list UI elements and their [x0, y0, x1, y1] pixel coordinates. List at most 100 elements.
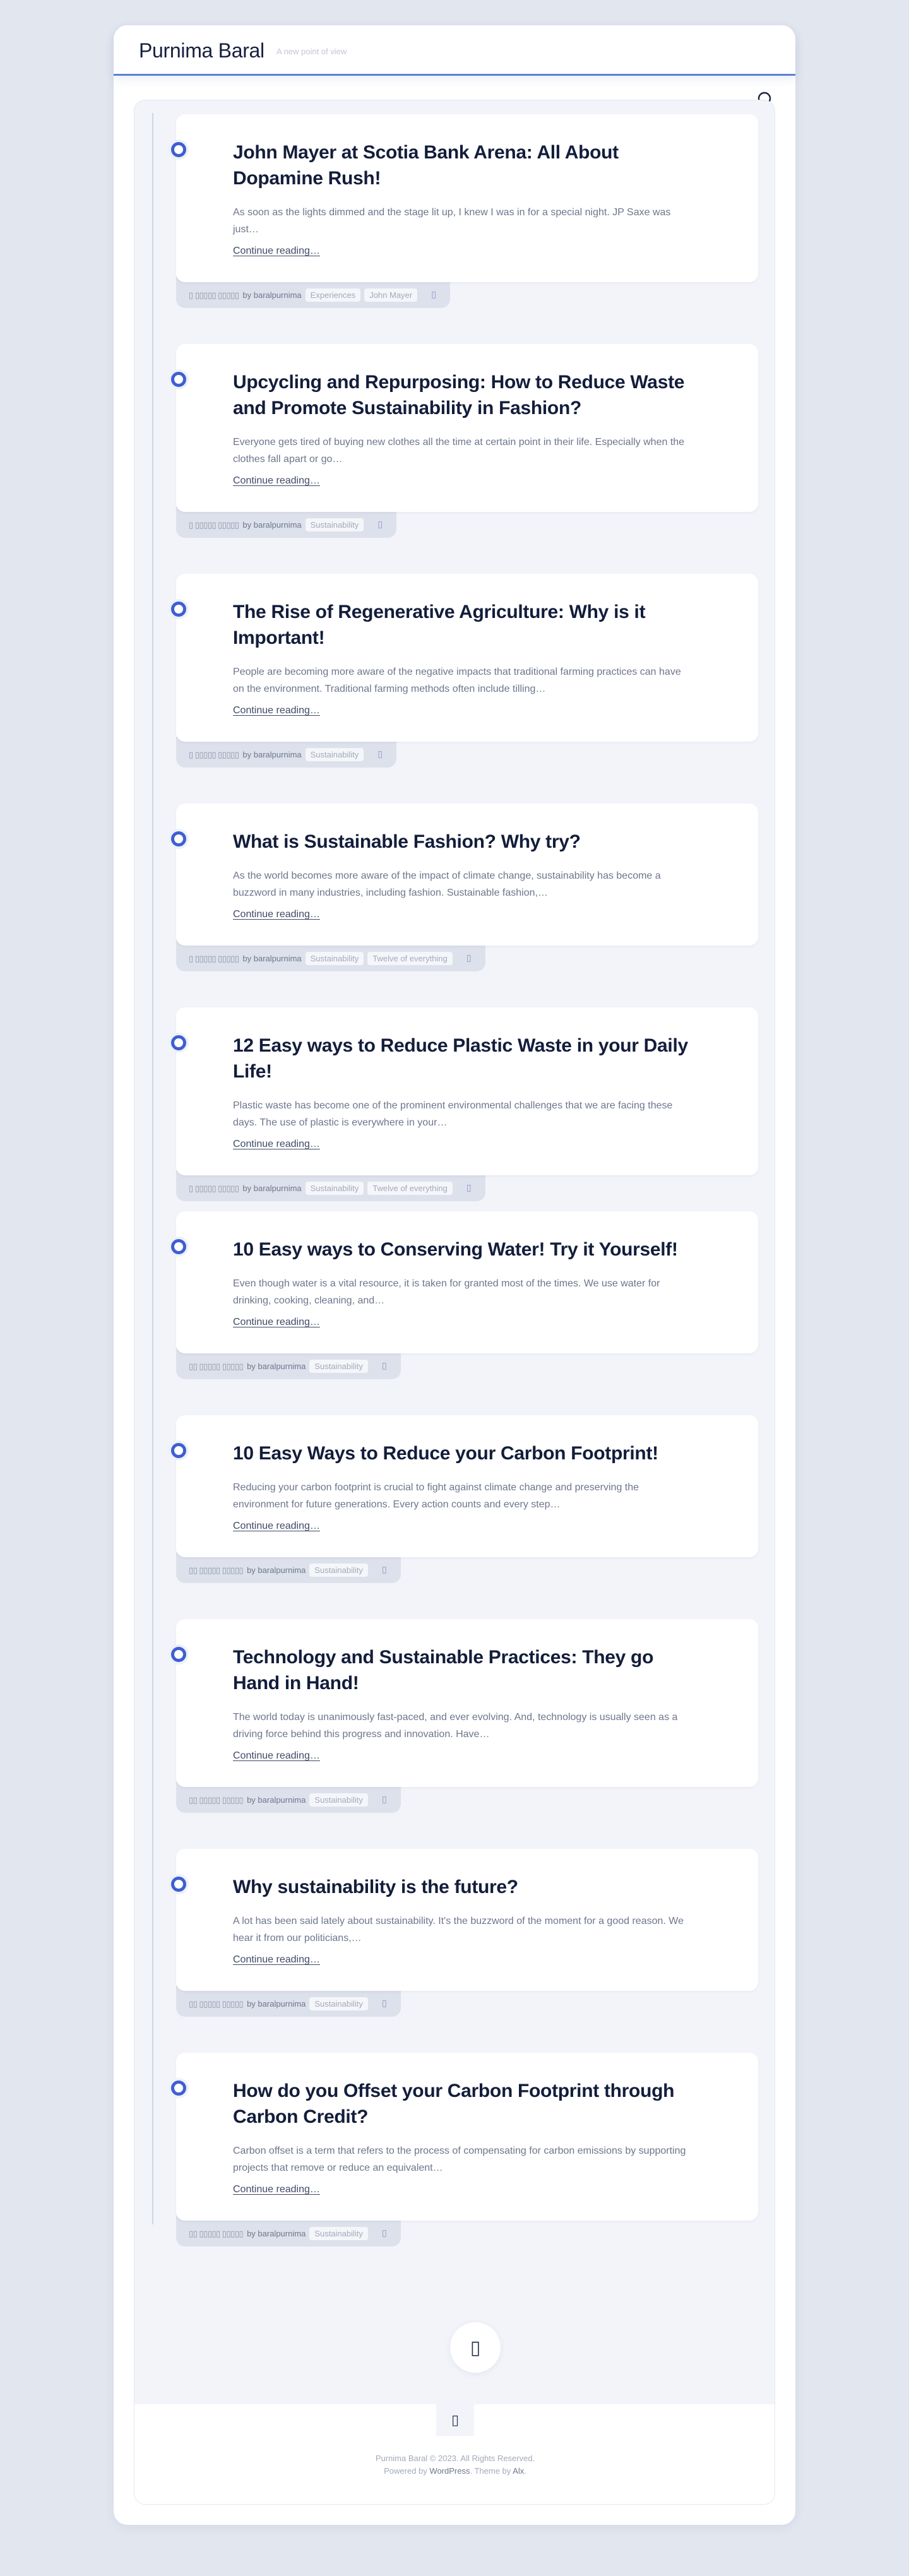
continue-reading-link[interactable]: Continue reading…: [233, 1954, 320, 1966]
timeline-dot-icon: [171, 1035, 186, 1050]
post-author[interactable]: by baralpurnima: [242, 290, 301, 300]
timeline-dot-icon: [171, 372, 186, 387]
post-author[interactable]: by baralpurnima: [247, 1565, 306, 1575]
comment-icon[interactable]: ▯: [461, 953, 477, 965]
post-excerpt: As soon as the lights dimmed and the sta…: [233, 207, 671, 235]
post-tag[interactable]: Sustainability: [309, 1997, 368, 2010]
continue-reading-link[interactable]: Continue reading…: [233, 475, 320, 487]
post-title[interactable]: The Rise of Regenerative Agriculture: Wh…: [233, 599, 689, 651]
post-tag[interactable]: Sustainability: [305, 952, 364, 965]
comment-icon[interactable]: ▯: [461, 1182, 477, 1195]
page: Purnima Baral A new point of view John M…: [114, 25, 795, 2525]
site-title[interactable]: Purnima Baral: [139, 39, 264, 62]
continue-reading-link[interactable]: Continue reading…: [233, 909, 320, 920]
post-card: 10 Easy Ways to Reduce your Carbon Footp…: [171, 1415, 758, 1557]
theme-author-link[interactable]: Alx: [513, 2466, 524, 2476]
post-item: John Mayer at Scotia Bank Arena: All Abo…: [171, 114, 758, 308]
post-card: Technology and Sustainable Practices: Th…: [171, 1619, 758, 1787]
post-tag[interactable]: Sustainability: [309, 1360, 368, 1373]
post-card: What is Sustainable Fashion? Why try? As…: [171, 804, 758, 946]
post-author[interactable]: by baralpurnima: [242, 954, 301, 963]
post-tag[interactable]: Sustainability: [305, 748, 364, 761]
post-date: ▯ ▯▯▯▯▯ ▯▯▯▯▯: [189, 519, 239, 530]
post-date: ▯ ▯▯▯▯▯ ▯▯▯▯▯: [189, 290, 239, 300]
load-more-icon: ▯: [470, 2337, 481, 2358]
post-title[interactable]: John Mayer at Scotia Bank Arena: All Abo…: [233, 139, 689, 191]
post-date: ▯ ▯▯▯▯▯ ▯▯▯▯▯: [189, 1183, 239, 1193]
post-author[interactable]: by baralpurnima: [242, 750, 301, 759]
post-card: Upcycling and Repurposing: How to Reduce…: [171, 344, 758, 512]
post-tag[interactable]: Twelve of everything: [367, 1182, 453, 1195]
comment-icon[interactable]: ▯: [377, 1360, 392, 1373]
comment-icon[interactable]: ▯: [377, 2228, 392, 2240]
timeline-line: [152, 113, 153, 2224]
post-title[interactable]: What is Sustainable Fashion? Why try?: [233, 829, 689, 855]
continue-reading-link[interactable]: Continue reading…: [233, 2184, 320, 2195]
comment-icon[interactable]: ▯: [377, 1564, 392, 1577]
post-tag[interactable]: Sustainability: [305, 518, 364, 531]
post-title[interactable]: 10 Easy ways to Conserving Water! Try it…: [233, 1237, 689, 1262]
post-title[interactable]: 12 Easy ways to Reduce Plastic Waste in …: [233, 1033, 689, 1084]
post-tag[interactable]: Sustainability: [305, 1182, 364, 1195]
post-card: Why sustainability is the future? A lot …: [171, 1849, 758, 1991]
footer-copyright: Purnima Baral © 2023. All Rights Reserve…: [375, 2454, 535, 2463]
timeline-dot-icon: [171, 1239, 186, 1254]
post-date: ▯▯ ▯▯▯▯▯ ▯▯▯▯▯: [189, 2228, 244, 2238]
wordpress-link[interactable]: WordPress: [429, 2466, 470, 2476]
post-date: ▯▯ ▯▯▯▯▯ ▯▯▯▯▯: [189, 1795, 244, 1805]
post-card: 12 Easy ways to Reduce Plastic Waste in …: [171, 1007, 758, 1175]
post-author[interactable]: by baralpurnima: [247, 2229, 306, 2238]
continue-reading-link[interactable]: Continue reading…: [233, 705, 320, 716]
comment-icon[interactable]: ▯: [372, 749, 388, 761]
post-tag[interactable]: Twelve of everything: [367, 952, 453, 965]
post-excerpt: The world today is unanimously fast-pace…: [233, 1712, 678, 1740]
comment-icon[interactable]: ▯: [426, 289, 441, 302]
post-excerpt: Even though water is a vital resource, i…: [233, 1278, 660, 1306]
comment-icon[interactable]: ▯: [377, 1794, 392, 1807]
post-excerpt: Reducing your carbon footprint is crucia…: [233, 1482, 639, 1510]
post-author[interactable]: by baralpurnima: [242, 1184, 301, 1193]
load-more-button[interactable]: ▯: [450, 2322, 501, 2373]
post-item: Upcycling and Repurposing: How to Reduce…: [171, 344, 758, 538]
post-item: 10 Easy ways to Conserving Water! Try it…: [171, 1211, 758, 1379]
post-item: The Rise of Regenerative Agriculture: Wh…: [171, 574, 758, 768]
continue-reading-link[interactable]: Continue reading…: [233, 1139, 320, 1150]
post-date: ▯▯ ▯▯▯▯▯ ▯▯▯▯▯: [189, 1998, 244, 2009]
timeline-dot-icon: [171, 602, 186, 617]
post-date: ▯▯ ▯▯▯▯▯ ▯▯▯▯▯: [189, 1565, 244, 1575]
post-author[interactable]: by baralpurnima: [247, 1999, 306, 2009]
post-title[interactable]: Why sustainability is the future?: [233, 1874, 689, 1900]
timeline-dot-icon: [171, 831, 186, 846]
post-item: 10 Easy Ways to Reduce your Carbon Footp…: [171, 1415, 758, 1583]
post-card: The Rise of Regenerative Agriculture: Wh…: [171, 574, 758, 742]
post-excerpt: As the world becomes more aware of the i…: [233, 870, 661, 898]
post-tag[interactable]: Experiences: [305, 288, 361, 302]
post-author[interactable]: by baralpurnima: [247, 1795, 306, 1805]
continue-reading-link[interactable]: Continue reading…: [233, 246, 320, 257]
post-item: Why sustainability is the future? A lot …: [171, 1849, 758, 2017]
post-tag[interactable]: Sustainability: [309, 1793, 368, 1807]
timeline-dot-icon: [171, 1647, 186, 1662]
post-author[interactable]: by baralpurnima: [242, 520, 301, 530]
post-title[interactable]: 10 Easy Ways to Reduce your Carbon Footp…: [233, 1440, 689, 1466]
post-item: 12 Easy ways to Reduce Plastic Waste in …: [171, 1007, 758, 1201]
footer-powered-by: Powered by WordPress. Theme by Alx.: [384, 2466, 526, 2476]
post-tag[interactable]: Sustainability: [309, 1564, 368, 1577]
post-card: John Mayer at Scotia Bank Arena: All Abo…: [171, 114, 758, 282]
post-tag[interactable]: John Mayer: [364, 288, 418, 302]
comment-icon[interactable]: ▯: [372, 519, 388, 531]
post-title[interactable]: Upcycling and Repurposing: How to Reduce…: [233, 369, 689, 421]
continue-reading-link[interactable]: Continue reading…: [233, 1521, 320, 1532]
post-author[interactable]: by baralpurnima: [247, 1362, 306, 1371]
back-to-top-icon[interactable]: ▯: [436, 2404, 474, 2436]
post-card: How do you Offset your Carbon Footprint …: [171, 2053, 758, 2221]
post-title[interactable]: How do you Offset your Carbon Footprint …: [233, 2078, 689, 2130]
comment-icon[interactable]: ▯: [377, 1998, 392, 2010]
continue-reading-link[interactable]: Continue reading…: [233, 1750, 320, 1762]
post-tag[interactable]: Sustainability: [309, 2227, 368, 2240]
continue-reading-link[interactable]: Continue reading…: [233, 1317, 320, 1328]
site-header: Purnima Baral A new point of view: [114, 25, 795, 76]
post-title[interactable]: Technology and Sustainable Practices: Th…: [233, 1644, 689, 1696]
post-item: Technology and Sustainable Practices: Th…: [171, 1619, 758, 1813]
post-list: John Mayer at Scotia Bank Arena: All Abo…: [134, 100, 775, 2505]
